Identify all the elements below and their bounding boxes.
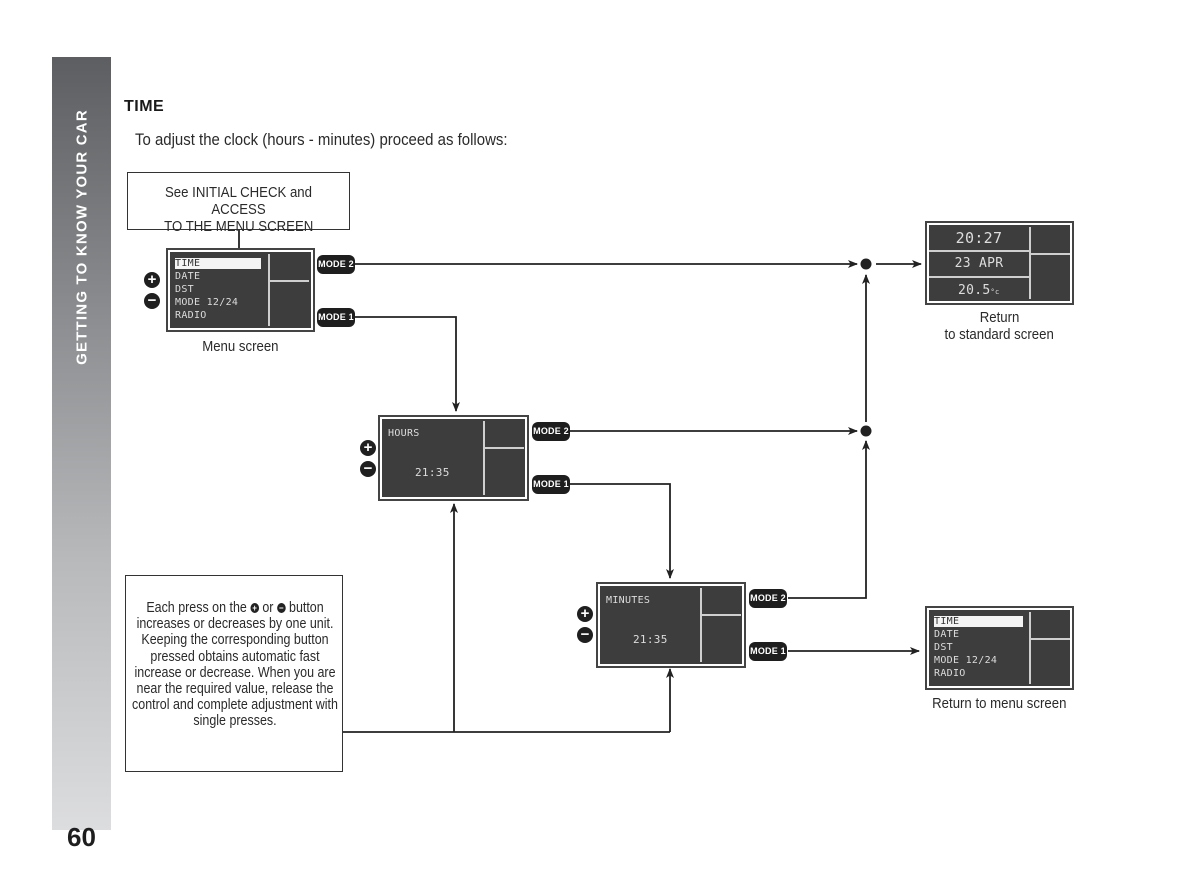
mode2-button: MODE 2: [749, 589, 787, 608]
menu-item-dst: DST: [175, 284, 194, 295]
arrow-minutes-mode2-up: [788, 440, 870, 599]
minutes-lcd: MINUTES 21:35: [600, 586, 742, 664]
menu-item-radio: RADIO: [175, 310, 207, 321]
help-text-before: Each press on the: [146, 600, 247, 616]
menu-item-radio: RADIO: [934, 668, 966, 679]
minus-button-icon: −: [144, 293, 160, 309]
mode2-button: MODE 2: [317, 255, 355, 274]
menu-item-time: TIME: [934, 616, 1023, 627]
temperature-unit: °c: [990, 288, 1000, 296]
menu-item-mode: MODE 12/24: [175, 297, 239, 308]
standard-screen-caption: Return to standard screen: [925, 309, 1074, 343]
menu-item-date: DATE: [934, 629, 960, 640]
minus-button-icon: −: [360, 461, 376, 477]
help-text-after: button increases or decreases by one uni…: [132, 600, 338, 730]
minus-button-icon: −: [577, 627, 593, 643]
mode1-button: MODE 1: [749, 642, 787, 661]
junction-dot-top: [860, 258, 872, 270]
minutes-screen: MINUTES 21:35: [596, 582, 746, 668]
temperature-value: 20.5: [958, 283, 991, 298]
lcd-divider: [700, 588, 702, 662]
caption-line2: to standard screen: [944, 326, 1055, 343]
mode2-button: MODE 2: [532, 422, 570, 441]
minus-icon: −: [276, 603, 286, 614]
mode1-button: MODE 1: [317, 308, 355, 327]
hours-screen: HOURS 21:35: [378, 415, 529, 501]
menu-screen-caption: Menu screen: [202, 338, 279, 355]
arrow-hours-mode1-to-minutes: [570, 483, 674, 579]
plus-button-icon: +: [577, 606, 593, 622]
menu-item-date: DATE: [175, 271, 201, 282]
return-menu-caption: Return to menu screen: [918, 695, 1081, 712]
minutes-label: MINUTES: [606, 595, 651, 606]
menu-item-dst: DST: [934, 642, 953, 653]
initial-check-box: See INITIAL CHECK and ACCESS TO THE MENU…: [127, 172, 350, 235]
standard-temperature: 20.5°c: [958, 283, 1000, 298]
return-menu-screen: TIME DATE DST MODE 12/24 RADIO: [925, 606, 1074, 690]
return-menu-lcd: TIME DATE DST MODE 12/24 RADIO: [929, 610, 1070, 686]
caption-line1: Return: [979, 309, 1020, 326]
menu-item-mode: MODE 12/24: [934, 655, 998, 666]
help-text-or: or: [262, 600, 274, 616]
plus-button-icon: +: [360, 440, 376, 456]
arrow-menu-mode1-to-hours: [355, 316, 460, 412]
plus-icon: +: [250, 603, 259, 614]
minutes-value: 21:35: [633, 633, 668, 646]
hours-value: 21:35: [415, 466, 450, 479]
initial-check-line2: TO THE MENU SCREEN: [163, 218, 314, 235]
lcd-divider: [929, 250, 1029, 252]
help-note-box: Each press on the + or − button increase…: [125, 575, 343, 772]
lcd-divider: [1030, 253, 1070, 255]
menu-lcd: TIME DATE DST MODE 12/24 RADIO: [170, 252, 311, 328]
standard-time: 20:27: [955, 229, 1003, 247]
standard-lcd: 20:27 23 APR 20.5°c: [929, 225, 1070, 301]
help-note-text: Each press on the + or − button increase…: [128, 600, 343, 730]
standard-screen: 20:27 23 APR 20.5°c: [925, 221, 1074, 305]
mode1-button: MODE 1: [532, 475, 570, 494]
lcd-divider: [701, 614, 741, 616]
lcd-divider: [484, 447, 524, 449]
hours-label: HOURS: [388, 428, 420, 439]
return-menu-caption-text: Return to menu screen: [932, 695, 1067, 712]
lcd-divider: [268, 254, 270, 326]
lcd-divider: [269, 280, 309, 282]
lcd-divider: [1029, 227, 1031, 299]
lcd-divider: [929, 276, 1029, 278]
menu-screen: TIME DATE DST MODE 12/24 RADIO: [166, 248, 315, 332]
standard-date: 23 APR: [954, 256, 1004, 271]
lcd-divider: [1030, 638, 1070, 640]
menu-item-time: TIME: [175, 258, 261, 269]
junction-dot-middle: [860, 425, 872, 437]
plus-button-icon: +: [144, 272, 160, 288]
lcd-divider: [483, 421, 485, 495]
lcd-divider: [1029, 612, 1031, 684]
hours-lcd: HOURS 21:35: [382, 419, 525, 497]
initial-check-line1: See INITIAL CHECK and ACCESS: [165, 184, 312, 218]
